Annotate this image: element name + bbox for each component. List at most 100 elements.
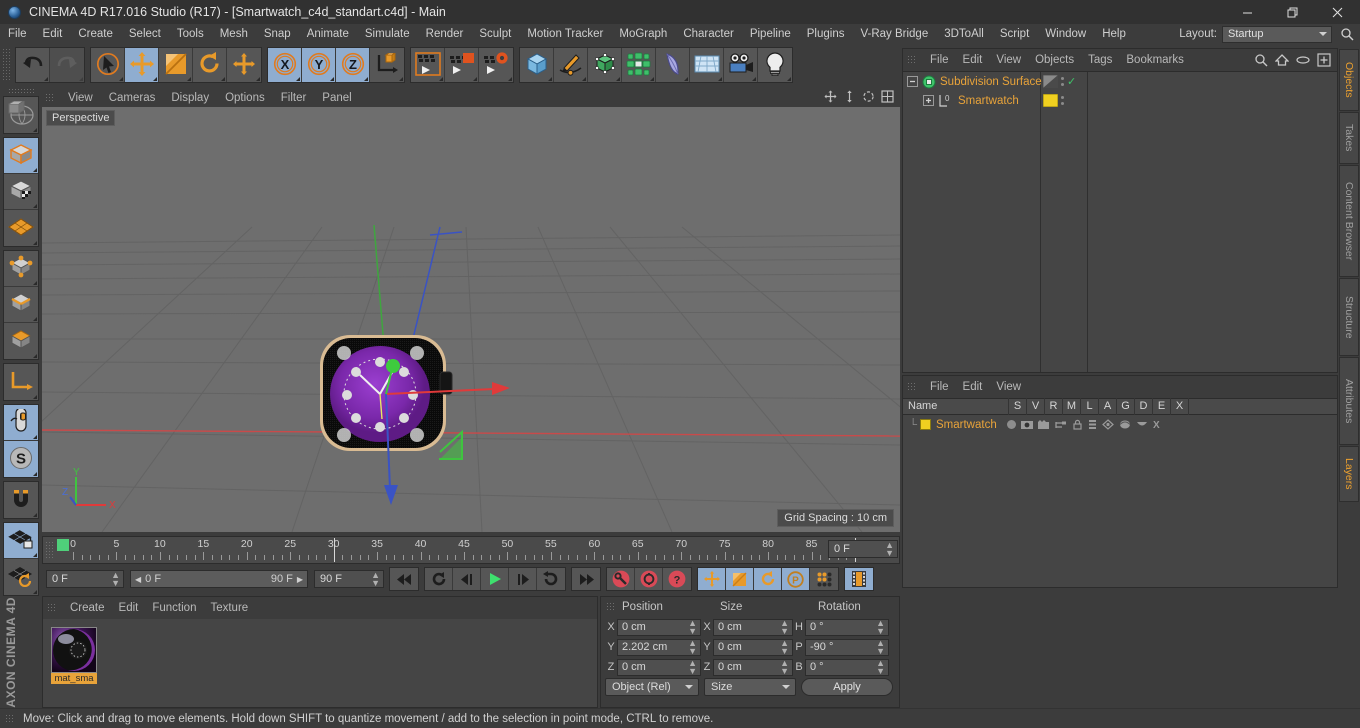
rotation-p-field[interactable]: -90 ° ▲ ▼	[805, 638, 889, 656]
close-button[interactable]	[1315, 0, 1360, 24]
panel-grip-icon[interactable]	[606, 602, 616, 612]
key-scale-button[interactable]	[726, 568, 754, 590]
lock-workplane-button[interactable]	[4, 523, 38, 559]
menu-item-mograph[interactable]: MoGraph	[611, 24, 675, 44]
rotation-b-field[interactable]: 0 ° ▲ ▼	[805, 658, 889, 676]
menu-item-snap[interactable]: Snap	[256, 24, 299, 44]
menu-item-motion-tracker[interactable]: Motion Tracker	[519, 24, 611, 44]
vtab-objects[interactable]: Objects	[1339, 49, 1359, 111]
size-z-field[interactable]: 0 cm ▲ ▼	[713, 658, 793, 676]
layers-col-l[interactable]: L	[1081, 398, 1099, 415]
goto-start-button[interactable]	[390, 568, 418, 590]
more-options-icon[interactable]	[684, 77, 688, 81]
keyframe-selection-button[interactable]: ?	[663, 568, 691, 590]
layers-col-m[interactable]: M	[1063, 398, 1081, 415]
more-options-icon[interactable]	[79, 77, 83, 81]
layers-list[interactable]: └ Smartwatch X	[903, 415, 1337, 587]
size-x-field[interactable]: 0 cm ▲ ▼	[713, 618, 793, 636]
record-key-button[interactable]	[607, 568, 635, 590]
spinner-icon[interactable]: ▲ ▼	[780, 659, 789, 676]
spinner-icon[interactable]: ▲ ▼	[688, 619, 697, 636]
rotate-view-icon[interactable]	[862, 90, 875, 103]
more-options-icon[interactable]	[44, 77, 48, 81]
current-frame-marker[interactable]	[57, 539, 69, 551]
material-menu-function[interactable]: Function	[145, 602, 203, 614]
zoom-view-icon[interactable]	[843, 90, 856, 103]
enable-check-icon[interactable]: ✓	[1067, 75, 1076, 88]
material-menu-edit[interactable]: Edit	[112, 602, 146, 614]
rotation-h-field[interactable]: 0 ° ▲ ▼	[805, 618, 889, 636]
light-button[interactable]	[758, 48, 792, 82]
more-options-icon[interactable]	[582, 77, 586, 81]
spinner-icon[interactable]: ▲ ▼	[876, 619, 885, 636]
menu-item-edit[interactable]: Edit	[35, 24, 71, 44]
solo-icon[interactable]	[1006, 420, 1016, 429]
panel-grip-icon[interactable]	[907, 55, 917, 65]
step-forward-button[interactable]	[509, 568, 537, 590]
y-axis-button[interactable]: Y	[302, 48, 336, 82]
record-loop-button[interactable]	[537, 568, 565, 590]
more-options-icon[interactable]	[473, 77, 477, 81]
step-back-button[interactable]	[453, 568, 481, 590]
range-left-arrow-icon[interactable]: ◀	[135, 575, 141, 584]
more-options-icon[interactable]	[119, 77, 123, 81]
position-x-field[interactable]: 0 cm ▲ ▼	[617, 618, 701, 636]
tag-dots-icon[interactable]	[1061, 96, 1064, 105]
spinner-icon[interactable]: ▲ ▼	[111, 571, 120, 588]
more-options-icon[interactable]	[33, 241, 37, 245]
home-icon[interactable]	[1275, 53, 1289, 67]
layers-col-s[interactable]: S	[1009, 398, 1027, 415]
panel-grip-icon[interactable]	[45, 92, 55, 103]
array-deformer-button[interactable]	[622, 48, 656, 82]
panel-grip-icon[interactable]	[5, 713, 15, 724]
play-button[interactable]	[481, 568, 509, 590]
timeline-film-button[interactable]	[845, 568, 873, 590]
render-region-button[interactable]	[445, 48, 479, 82]
more-options-icon[interactable]	[33, 395, 37, 399]
magnet-button[interactable]	[4, 482, 38, 518]
deformer-icon[interactable]	[1119, 419, 1131, 430]
material-menu-texture[interactable]: Texture	[203, 602, 255, 614]
key-position-button[interactable]	[698, 568, 726, 590]
menu-item-3dtoall[interactable]: 3DToAll	[936, 24, 992, 44]
point-mode-button[interactable]	[4, 251, 38, 287]
spinner-icon[interactable]: ▲ ▼	[885, 541, 894, 558]
viewport-texture-button[interactable]	[4, 97, 38, 133]
menu-item-tools[interactable]: Tools	[169, 24, 212, 44]
viewport-menu-cameras[interactable]: Cameras	[101, 92, 164, 104]
eye-icon[interactable]	[1296, 53, 1310, 67]
object-tree-row[interactable]: 0 Smartwatch	[903, 91, 1337, 110]
menu-item-select[interactable]: Select	[121, 24, 169, 44]
menu-item-simulate[interactable]: Simulate	[357, 24, 418, 44]
more-options-icon[interactable]	[33, 435, 37, 439]
spinner-icon[interactable]: ▲ ▼	[876, 639, 885, 656]
render-icon[interactable]	[1037, 419, 1050, 430]
viewport-menu-view[interactable]: View	[60, 92, 101, 104]
layer-tag-icon[interactable]	[1043, 94, 1058, 107]
menu-item-window[interactable]: Window	[1037, 24, 1094, 44]
menu-item-file[interactable]: File	[0, 24, 35, 44]
menu-item-help[interactable]: Help	[1094, 24, 1134, 44]
apply-button[interactable]: Apply	[801, 678, 893, 696]
material-preview[interactable]	[51, 627, 97, 673]
right-frame-field[interactable]: 0 F ▲ ▼	[828, 540, 898, 558]
z-axis-button[interactable]: Z	[336, 48, 370, 82]
position-y-field[interactable]: 2.202 cm ▲ ▼	[617, 638, 701, 656]
more-options-icon[interactable]	[650, 77, 654, 81]
panel-grip-icon[interactable]	[907, 382, 917, 392]
spinner-icon[interactable]: ▲ ▼	[688, 639, 697, 656]
coord-mode-dropdown[interactable]: Object (Rel)	[605, 678, 699, 696]
edge-mode-button[interactable]	[4, 287, 38, 323]
layer-color-swatch[interactable]	[920, 419, 931, 430]
menu-item-animate[interactable]: Animate	[299, 24, 357, 44]
maximize-button[interactable]	[1270, 0, 1315, 24]
max-frame-field[interactable]: 90 F ▲ ▼	[314, 570, 384, 588]
expression-icon[interactable]	[1136, 420, 1148, 429]
more-options-icon[interactable]	[256, 77, 260, 81]
more-options-icon[interactable]	[33, 590, 37, 594]
panel-grip-icon[interactable]	[47, 603, 57, 613]
vtab-content-browser[interactable]: Content Browser	[1339, 165, 1359, 277]
more-options-icon[interactable]	[33, 513, 37, 517]
material-list[interactable]: mat_sma	[43, 619, 597, 707]
frame-range-slider[interactable]: ◀ 0 F 90 F ▶	[130, 570, 308, 588]
